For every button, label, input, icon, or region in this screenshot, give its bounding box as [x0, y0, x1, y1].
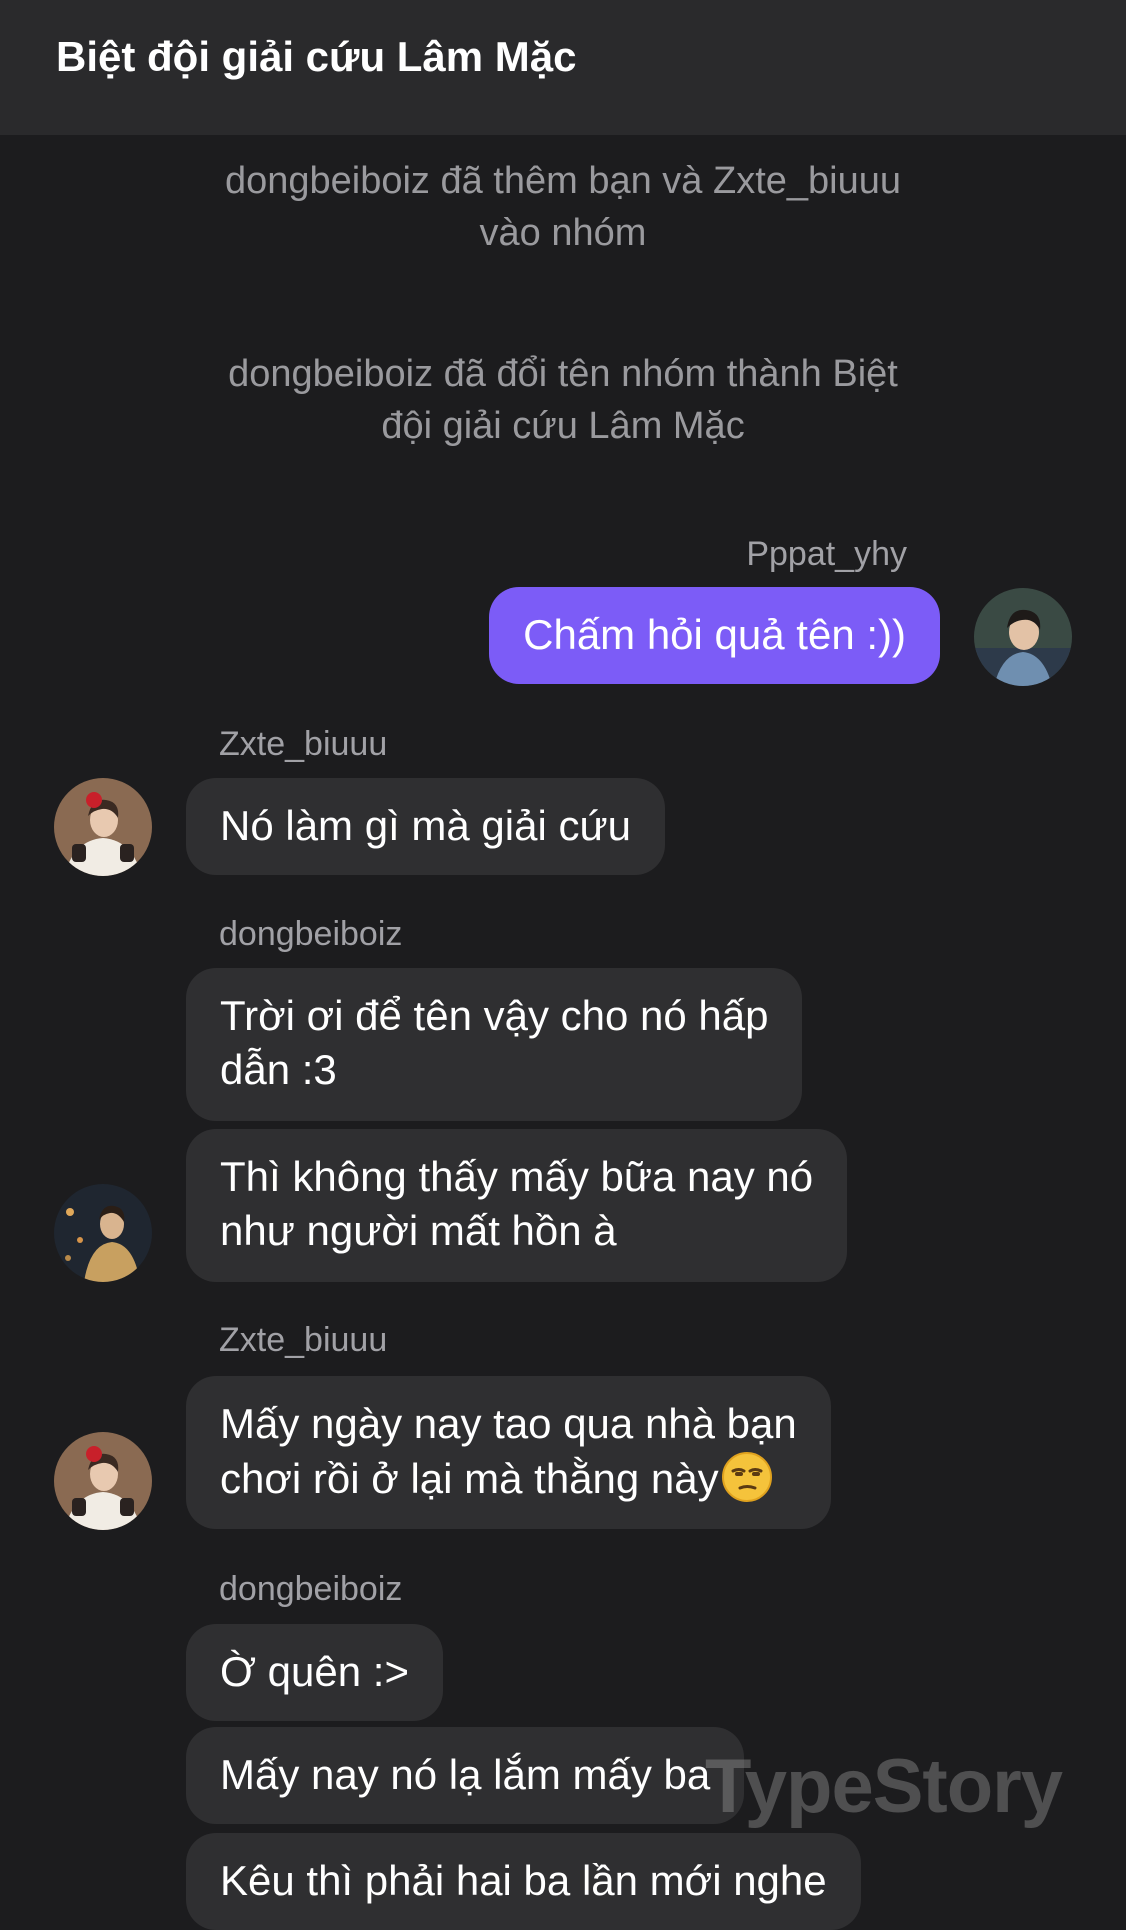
typestory-watermark: TypeStory [705, 1744, 1063, 1829]
sender-name: Zxte_biuuu [219, 1321, 388, 1359]
group-title[interactable]: Biệt đội giải cứu Lâm Mặc [56, 28, 577, 86]
avatar-pppat-yhy[interactable] [974, 588, 1072, 686]
message-bubble[interactable]: Mấy ngày nay tao qua nhà bạn chơi rồi ở … [186, 1376, 831, 1529]
unamused-face-emoji [721, 1451, 773, 1503]
system-message: dongbeiboiz đã đổi tên nhóm thành Biệt đ… [228, 353, 898, 447]
sender-name: dongbeiboiz [219, 1570, 403, 1608]
avatar-zxte-biuuu[interactable] [54, 778, 152, 876]
avatar-dongbeiboiz[interactable] [54, 1184, 152, 1282]
message-bubble[interactable]: Mấy nay nó lạ lắm mấy ba [186, 1727, 745, 1824]
message-bubble-outgoing[interactable]: Chấm hỏi quả tên :)) [489, 587, 940, 684]
sender-name: Zxte_biuuu [219, 725, 388, 763]
message-bubble[interactable]: Trời ơi để tên vậy cho nó hấp dẫn :3 [186, 968, 803, 1121]
system-message: dongbeiboiz đã thêm bạn và Zxte_biuuu và… [224, 160, 902, 254]
chat-header: Biệt đội giải cứu Lâm Mặc [0, 0, 1126, 135]
message-bubble[interactable]: Kêu thì phải hai ba lần mới nghe [186, 1833, 861, 1930]
message-bubble[interactable]: Thì không thấy mấy bữa nay nó như người … [186, 1129, 848, 1282]
avatar-zxte-biuuu[interactable] [54, 1432, 152, 1530]
sender-name: Pppat_yhy [746, 535, 907, 573]
sender-name: dongbeiboiz [219, 915, 403, 953]
message-bubble[interactable]: Nó làm gì mà giải cứu [186, 778, 665, 875]
message-bubble[interactable]: Ờ quên :> [186, 1624, 443, 1721]
